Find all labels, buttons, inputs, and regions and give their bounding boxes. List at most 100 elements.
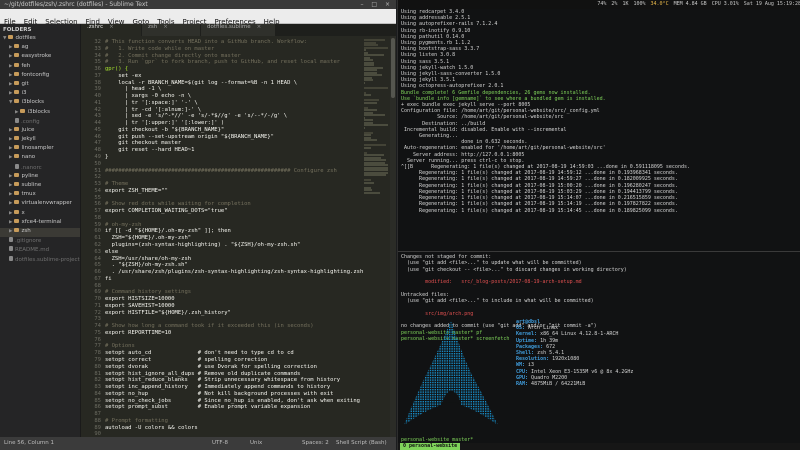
code-line: } [105, 154, 109, 161]
chevron-right-icon[interactable]: ▶ [9, 192, 12, 197]
tree-item[interactable]: ▶ subline [0, 182, 80, 191]
chevron-right-icon[interactable]: ▶ [9, 201, 12, 206]
tree-item[interactable]: ▶ virtualenvwrapper [0, 200, 80, 209]
tree-item[interactable]: ▶ ag [0, 44, 80, 53]
chevron-right-icon[interactable]: ▶ [9, 54, 12, 59]
sysinfo-key: WM: [516, 362, 526, 369]
window-controls[interactable]: – □ × [360, 0, 393, 9]
tab-2[interactable]: dotfiles.sublime × [201, 24, 275, 36]
window-titlebar: ~/git/dotfiles/zsh/.zshrc (dotfiles) - S… [0, 0, 396, 9]
tree-item[interactable]: ▶ jekyll [0, 136, 80, 145]
arch-linux-logo [401, 317, 501, 429]
code-area[interactable]: # This function converts HEAD into a Git… [105, 39, 365, 437]
line-number: 41 [94, 99, 101, 106]
tree-item[interactable]: ▶ x [0, 209, 80, 219]
tree-item[interactable]: ▶ pyline [0, 172, 80, 182]
tree-item-label: zsh [21, 227, 31, 234]
tree-item[interactable]: ▶ feh [0, 62, 80, 72]
tree-item[interactable]: ▶ fontconfig [0, 71, 80, 81]
chevron-right-icon[interactable]: ▶ [9, 220, 12, 225]
folder-icon [8, 35, 14, 39]
chevron-right-icon[interactable]: ▶ [9, 211, 12, 216]
line-number: 88 [94, 417, 101, 424]
close-tab-icon[interactable]: × [109, 24, 114, 30]
sysinfo-row: RAM: 4875MiB / 64221MiB [516, 381, 633, 387]
code-line: git checkout -b "${BRANCH_NAME}" [105, 126, 225, 133]
tree-item-label: .config [21, 118, 40, 125]
close-tab-icon[interactable]: × [257, 24, 262, 30]
tree-item[interactable]: .config [0, 117, 80, 127]
tree-item[interactable]: ▼ dotfiles [0, 35, 80, 44]
code-line: setopt auto_cd # don't need to type cd t… [105, 350, 294, 357]
line-number: 37 [94, 72, 101, 79]
tree-item[interactable]: ▶ xfce4-terminal [0, 218, 80, 228]
minimap[interactable] [364, 39, 388, 434]
tree-item[interactable]: ▶ tmux [0, 191, 80, 200]
tree-item[interactable]: ▶ easystroke [0, 53, 80, 62]
line-number: 80 [94, 363, 101, 370]
line-number: 68 [94, 282, 101, 289]
tree-item[interactable]: dotfiles.sublime-project [0, 255, 80, 265]
chevron-right-icon[interactable]: ▶ [9, 128, 12, 133]
file-icon [9, 246, 13, 252]
chevron-right-icon[interactable]: ▶ [9, 64, 12, 69]
tree-item[interactable]: ▶ git [0, 80, 80, 90]
code-line: export HISTFILE="${HOME}/.zsh_history" [105, 309, 231, 316]
line-number: 77 [94, 343, 101, 350]
chevron-right-icon[interactable]: ▶ [9, 82, 12, 87]
editor-scrollbar[interactable] [390, 36, 396, 437]
tree-item[interactable]: ▶ nano [0, 154, 80, 163]
terminal-line: Regenerating: 1 file(s) changed at 2017-… [401, 207, 678, 214]
status-encoding[interactable]: UTF-8 [212, 437, 228, 450]
code-editor[interactable]: 32 33 34 35 36 37 38 39 40 41 42 43 44 45 46 47 48 49 50 51… [81, 36, 396, 437]
status-block: CPU 3.01% [711, 1, 739, 7]
status-line-ending[interactable]: Unix [250, 437, 262, 450]
minimap-line [364, 146, 371, 149]
tab-0[interactable]: .zshrc × [81, 24, 141, 36]
line-number: 66 [94, 269, 101, 276]
chevron-right-icon[interactable]: ▶ [9, 73, 12, 78]
terminal-window[interactable]: 74% 2% 1K 100% 34.0°C MEM 4.84 GB CPU 3.01% Sat… [397, 0, 800, 450]
code-line: # oh-my-zsh [105, 221, 142, 228]
tree-item[interactable]: ▶ juice [0, 126, 80, 136]
line-number: 40 [94, 93, 101, 100]
chevron-right-icon[interactable]: ▶ [9, 155, 12, 160]
chevron-right-icon[interactable]: ▶ [9, 45, 12, 50]
tree-item[interactable]: ▼ i3blocks [0, 99, 80, 108]
folder-icon [14, 99, 20, 104]
sysinfo-value: Intel Xeon E3-1535M v6 @ 8x 4.2GHz [528, 368, 634, 375]
line-number: 39 [94, 86, 101, 93]
chevron-right-icon[interactable]: ▶ [9, 174, 12, 179]
chevron-right-icon[interactable]: ▶ [9, 91, 12, 96]
chevron-right-icon[interactable]: ▶ [9, 137, 12, 142]
line-number: 70 [94, 296, 101, 303]
tree-item[interactable]: ▶ i3blocks [0, 108, 80, 118]
tree-item-label: nano [21, 154, 36, 161]
chevron-right-icon[interactable]: ▶ [9, 183, 12, 188]
pane-divider[interactable] [398, 251, 800, 252]
status-block: 100% [633, 1, 646, 7]
tree-item-label: dotfiles.sublime-project [15, 256, 80, 263]
tree-item[interactable]: ▶ linosampler [0, 145, 80, 154]
folder-icon [14, 200, 20, 205]
tree-item[interactable]: ▶ zsh [0, 227, 80, 238]
tree-item[interactable]: ▶ i3 [0, 90, 80, 99]
tree-item[interactable]: README.md [0, 246, 80, 255]
tmux-window-tab[interactable]: 0 personal-website [400, 443, 461, 450]
chevron-right-icon[interactable]: ▶ [9, 229, 12, 234]
chevron-right-icon[interactable]: ▶ [15, 110, 18, 115]
scrollbar-thumb[interactable] [391, 38, 395, 98]
menu-bar: File Edit Selection Find View Goto Tools Projec… [0, 9, 396, 26]
status-syntax[interactable]: Shell Script (Bash) [336, 437, 387, 450]
close-tab-icon[interactable]: × [163, 24, 168, 30]
chevron-down-icon[interactable]: ▼ [9, 100, 12, 105]
file-tree: ▼ dotfiles ▶ ag ▶ easystroke ▶ feh ▶ fontconfig ▶ g… [0, 35, 80, 265]
tree-item[interactable]: .nanorc [0, 163, 80, 173]
tree-item[interactable]: .gitignore [0, 237, 80, 246]
tab-1[interactable]: zsh × [142, 24, 200, 36]
chevron-right-icon[interactable]: ▶ [9, 146, 12, 151]
code-line: setopt no_hup # Not kill background proc… [105, 390, 334, 397]
status-tab-size[interactable]: Spaces: 2 [302, 437, 329, 450]
chevron-down-icon[interactable]: ▼ [3, 36, 6, 41]
folder-icon [14, 154, 20, 159]
